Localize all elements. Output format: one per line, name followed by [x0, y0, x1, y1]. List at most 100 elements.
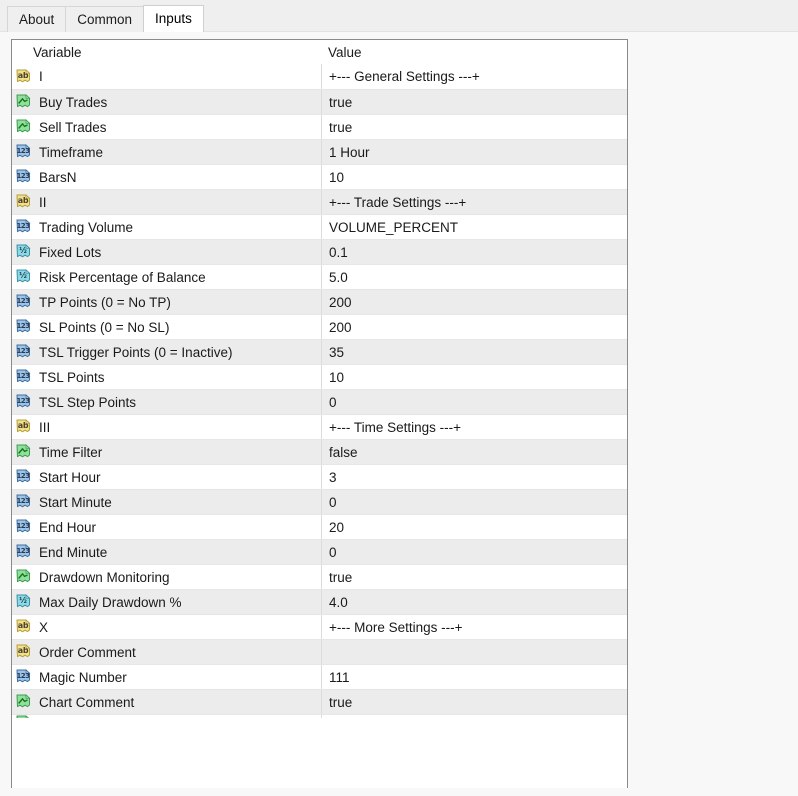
variable-cell[interactable]: ab X — [12, 619, 321, 635]
table-row[interactable]: ab Order Comment — [12, 639, 627, 664]
inputs-list-panel[interactable]: Variable Value ab I +--- General Settings … — [11, 39, 628, 788]
bool-icon — [16, 715, 33, 718]
value-cell[interactable]: true — [321, 565, 627, 589]
int-icon: 123 — [16, 219, 31, 233]
table-header-row: Variable Value — [12, 40, 627, 64]
table-row[interactable]: 123 End Hour 20 — [12, 514, 627, 539]
table-row[interactable]: Chart Comment true — [12, 689, 627, 714]
variable-cell[interactable]: Chart Comment — [12, 694, 321, 710]
table-row[interactable]: ½ Fixed Lots 0.1 — [12, 239, 627, 264]
table-row[interactable]: ½ Risk Percentage of Balance 5.0 — [12, 264, 627, 289]
variable-cell[interactable]: 123 TP Points (0 = No TP) — [12, 294, 321, 310]
value-cell[interactable]: 111 — [321, 665, 627, 689]
table-row[interactable]: ab X +--- More Settings ---+ — [12, 614, 627, 639]
value-cell[interactable] — [321, 715, 627, 718]
value-cell[interactable]: true — [321, 115, 627, 139]
variable-label: Drawdown Monitoring — [39, 569, 170, 585]
value-cell[interactable]: +--- General Settings ---+ — [321, 64, 627, 89]
variable-cell[interactable]: ab Order Comment — [12, 644, 321, 660]
variable-cell[interactable]: 123 Trading Volume — [12, 219, 321, 235]
table-row[interactable]: 123 Start Hour 3 — [12, 464, 627, 489]
variable-cell[interactable]: ab I — [12, 68, 321, 85]
value-cell[interactable]: +--- Time Settings ---+ — [321, 415, 627, 439]
variable-cell[interactable]: 123 End Hour — [12, 519, 321, 535]
variable-cell[interactable]: ½ Fixed Lots — [12, 244, 321, 260]
table-row[interactable]: ab III +--- Time Settings ---+ — [12, 414, 627, 439]
table-row[interactable]: ½ Max Daily Drawdown % 4.0 — [12, 589, 627, 614]
table-row[interactable]: 123 TP Points (0 = No TP) 200 — [12, 289, 627, 314]
value-cell[interactable] — [321, 640, 627, 664]
table-row[interactable]: Drawdown Monitoring true — [12, 564, 627, 589]
variable-cell[interactable]: ab II — [12, 194, 321, 210]
column-header-variable[interactable]: Variable — [12, 45, 321, 60]
table-row[interactable]: 123 Timeframe 1 Hour — [12, 139, 627, 164]
table-row[interactable]: 123 Magic Number 111 — [12, 664, 627, 689]
table-row[interactable]: 123 SL Points (0 = No SL) 200 — [12, 314, 627, 339]
value-cell[interactable]: 1 Hour — [321, 140, 627, 164]
variable-cell[interactable]: 123 Start Hour — [12, 469, 321, 485]
variable-cell[interactable]: 123 BarsN — [12, 169, 321, 185]
variable-cell[interactable]: 123 Magic Number — [12, 669, 321, 685]
value-cell[interactable]: 0 — [321, 390, 627, 414]
table-row[interactable]: 123 Trading Volume VOLUME_PERCENT — [12, 214, 627, 239]
value-cell[interactable]: +--- More Settings ---+ — [321, 615, 627, 639]
tab-strip: About Common Inputs — [0, 0, 798, 32]
variable-cell[interactable]: Sell Trades — [12, 119, 321, 135]
value-cell[interactable]: 4.0 — [321, 590, 627, 614]
variable-cell[interactable]: 123 TSL Points — [12, 369, 321, 385]
table-row[interactable]: 123 TSL Trigger Points (0 = Inactive) 35 — [12, 339, 627, 364]
table-row[interactable]: ab II +--- Trade Settings ---+ — [12, 189, 627, 214]
int-icon: 123 — [16, 294, 31, 308]
variable-cell[interactable]: 123 Timeframe — [12, 144, 321, 160]
string-icon: ab — [16, 644, 31, 658]
variable-label: I — [39, 69, 43, 84]
value-cell[interactable]: 5.0 — [321, 265, 627, 289]
tab-about[interactable]: About — [7, 6, 67, 32]
table-row[interactable]: 123 End Minute 0 — [12, 539, 627, 564]
value-cell[interactable]: 0 — [321, 490, 627, 514]
variable-cell[interactable]: ½ Risk Percentage of Balance — [12, 269, 321, 285]
variable-label: End Minute — [39, 544, 108, 560]
value-cell[interactable]: 0.1 — [321, 240, 627, 264]
table-row[interactable]: ab I +--- General Settings ---+ — [12, 64, 627, 89]
variable-cell[interactable]: Time Filter — [12, 444, 321, 460]
table-row[interactable]: Time Filter false — [12, 439, 627, 464]
tab-inputs[interactable]: Inputs — [143, 5, 204, 32]
value-cell[interactable]: false — [321, 440, 627, 464]
table-row[interactable]: 123 Start Minute 0 — [12, 489, 627, 514]
variable-cell[interactable]: 123 End Minute — [12, 544, 321, 560]
variable-cell[interactable]: 123 SL Points (0 = No SL) — [12, 319, 321, 335]
value-cell[interactable]: +--- Trade Settings ---+ — [321, 190, 627, 214]
double-icon: ½ — [16, 269, 33, 285]
column-header-value[interactable]: Value — [321, 40, 627, 64]
variable-cell[interactable]: ab III — [12, 419, 321, 435]
table-row[interactable]: 123 TSL Points 10 — [12, 364, 627, 389]
variable-label: BarsN — [39, 169, 77, 185]
value-cell[interactable]: 35 — [321, 340, 627, 364]
table-row-partial[interactable] — [12, 714, 627, 718]
value-cell[interactable]: 10 — [321, 165, 627, 189]
int-icon: 123 — [16, 494, 31, 508]
variable-cell[interactable]: Drawdown Monitoring — [12, 569, 321, 585]
value-cell[interactable]: VOLUME_PERCENT — [321, 215, 627, 239]
variable-cell[interactable] — [12, 715, 321, 718]
value-cell[interactable]: 0 — [321, 540, 627, 564]
table-row[interactable]: Sell Trades true — [12, 114, 627, 139]
value-cell[interactable]: 3 — [321, 465, 627, 489]
variable-cell[interactable]: 123 Start Minute — [12, 494, 321, 510]
variable-cell[interactable]: 123 TSL Step Points — [12, 394, 321, 410]
value-cell[interactable]: 10 — [321, 365, 627, 389]
tab-common[interactable]: Common — [65, 6, 145, 32]
table-row[interactable]: 123 BarsN 10 — [12, 164, 627, 189]
value-cell[interactable]: 200 — [321, 315, 627, 339]
variable-cell[interactable]: ½ Max Daily Drawdown % — [12, 594, 321, 610]
value-cell[interactable]: true — [321, 90, 627, 114]
variable-cell[interactable]: 123 TSL Trigger Points (0 = Inactive) — [12, 344, 321, 360]
table-row[interactable]: 123 TSL Step Points 0 — [12, 389, 627, 414]
table-row[interactable]: Buy Trades true — [12, 89, 627, 114]
value-cell[interactable]: 20 — [321, 515, 627, 539]
value-cell[interactable]: true — [321, 690, 627, 714]
value-cell[interactable]: 200 — [321, 290, 627, 314]
bool-icon — [16, 694, 33, 710]
variable-cell[interactable]: Buy Trades — [12, 94, 321, 110]
